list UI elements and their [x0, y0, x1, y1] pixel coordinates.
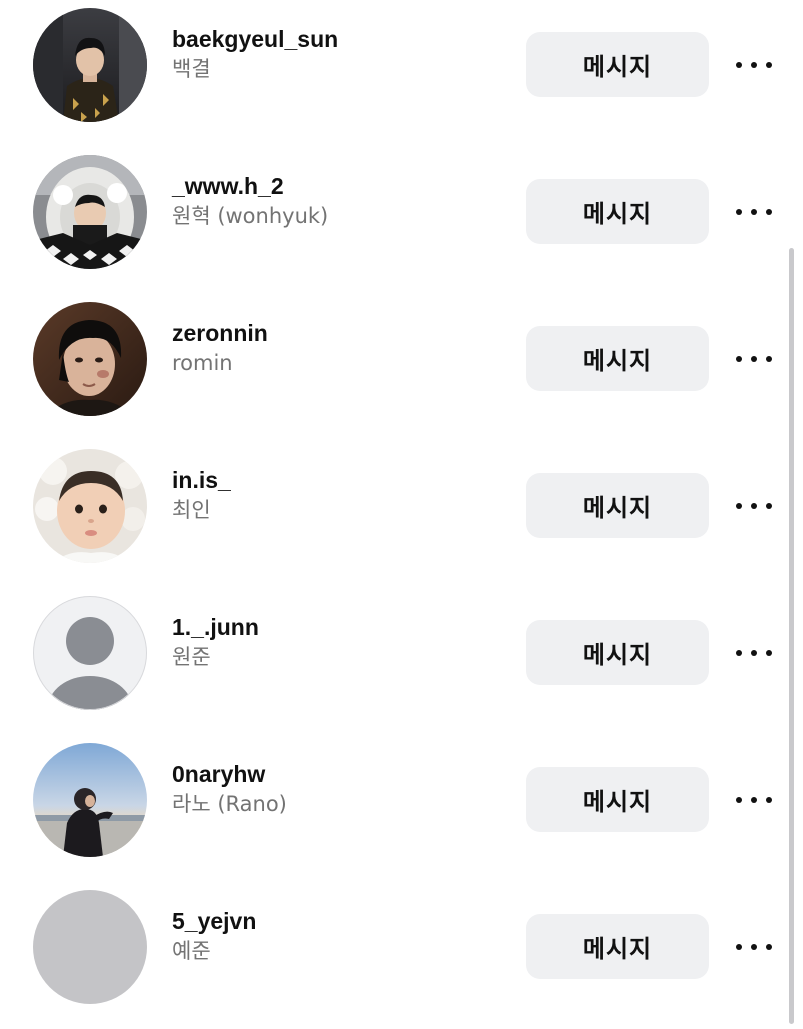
more-options-icon[interactable]: [736, 790, 772, 810]
message-button[interactable]: 메시지: [526, 767, 709, 832]
dot: [751, 356, 757, 362]
username[interactable]: 0naryhw: [172, 759, 287, 789]
more-options-icon[interactable]: [736, 643, 772, 663]
dot: [766, 62, 772, 68]
message-button[interactable]: 메시지: [526, 620, 709, 685]
message-button[interactable]: 메시지: [526, 473, 709, 538]
dot: [751, 650, 757, 656]
dot: [751, 209, 757, 215]
username[interactable]: _www.h_2: [172, 171, 328, 201]
avatar[interactable]: [33, 743, 147, 857]
avatar-photo: [33, 155, 147, 269]
user-names: 0naryhw 라노 (Rano): [172, 759, 287, 819]
username[interactable]: 5_yejvn: [172, 906, 256, 936]
full-name: 최인: [172, 498, 211, 522]
user-names: in.is_ 최인: [172, 465, 231, 525]
default-avatar-icon[interactable]: [33, 596, 147, 710]
dot: [766, 797, 772, 803]
dot: [766, 503, 772, 509]
more-options-icon[interactable]: [736, 55, 772, 75]
user-names: 5_yejvn 예준: [172, 906, 256, 966]
dot: [736, 209, 742, 215]
dot: [736, 797, 742, 803]
dot: [751, 503, 757, 509]
user-names: baekgyeul_sun 백결: [172, 24, 338, 84]
dot: [766, 356, 772, 362]
avatar[interactable]: [33, 449, 147, 563]
dot: [736, 62, 742, 68]
avatar[interactable]: [33, 8, 147, 122]
username[interactable]: 1._.junn: [172, 612, 259, 642]
full-name: 원혁 (wonhyuk): [172, 204, 329, 228]
user-names: _www.h_2 원혁 (wonhyuk): [172, 171, 328, 231]
blank-gray-avatar[interactable]: [33, 890, 147, 1004]
avatar-photo: [33, 8, 147, 122]
more-options-icon[interactable]: [736, 496, 772, 516]
more-options-icon[interactable]: [736, 937, 772, 957]
full-name: romin: [172, 351, 233, 375]
dot: [766, 944, 772, 950]
full-name: 라노 (Rano): [172, 792, 287, 816]
list-item[interactable]: 5_yejvn 예준 메시지: [0, 882, 803, 1029]
more-options-icon[interactable]: [736, 202, 772, 222]
full-name: 예준: [172, 939, 211, 963]
avatar[interactable]: [33, 302, 147, 416]
message-button[interactable]: 메시지: [526, 326, 709, 391]
dot: [751, 62, 757, 68]
dot: [736, 650, 742, 656]
list-item[interactable]: 1._.junn 원준 메시지: [0, 588, 803, 735]
message-button[interactable]: 메시지: [526, 32, 709, 97]
full-name: 원준: [172, 645, 211, 669]
list-item[interactable]: in.is_ 최인 메시지: [0, 441, 803, 588]
message-button[interactable]: 메시지: [526, 914, 709, 979]
dot: [751, 944, 757, 950]
list-item[interactable]: 0naryhw 라노 (Rano) 메시지: [0, 735, 803, 882]
more-options-icon[interactable]: [736, 349, 772, 369]
dot: [736, 944, 742, 950]
dot: [751, 797, 757, 803]
avatar-photo: [33, 302, 147, 416]
avatar[interactable]: [33, 155, 147, 269]
list-item[interactable]: zeronnin romin 메시지: [0, 294, 803, 441]
dot: [736, 503, 742, 509]
avatar-photo: [33, 890, 147, 1004]
list-item[interactable]: _www.h_2 원혁 (wonhyuk) 메시지: [0, 147, 803, 294]
dot: [766, 650, 772, 656]
scrollbar[interactable]: [789, 248, 794, 1024]
avatar-photo: [33, 596, 147, 710]
avatar-photo: [33, 449, 147, 563]
user-names: 1._.junn 원준: [172, 612, 259, 672]
message-button[interactable]: 메시지: [526, 179, 709, 244]
avatar-photo: [33, 743, 147, 857]
dot: [736, 356, 742, 362]
username[interactable]: zeronnin: [172, 318, 268, 348]
dot: [766, 209, 772, 215]
username[interactable]: in.is_: [172, 465, 231, 495]
list-item[interactable]: baekgyeul_sun 백결 메시지: [0, 0, 803, 147]
full-name: 백결: [172, 57, 211, 81]
username[interactable]: baekgyeul_sun: [172, 24, 338, 54]
user-names: zeronnin romin: [172, 318, 268, 378]
